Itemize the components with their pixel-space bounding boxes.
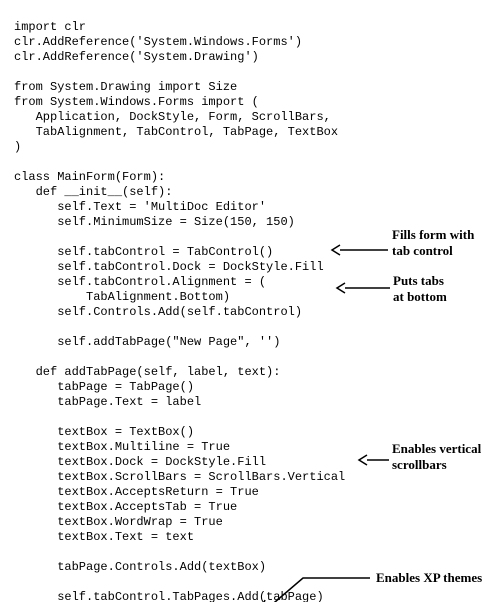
code-line: textBox.AcceptsTab = True [14,500,237,514]
code-line: from System.Drawing import Size [14,80,237,94]
code-line: textBox.ScrollBars = ScrollBars.Vertical [14,470,345,484]
code-line: tabPage.Text = label [14,395,201,409]
code-line: textBox.Text = text [14,530,194,544]
callout-line: at bottom [393,289,447,305]
code-line: clr.AddReference('System.Drawing') [14,50,259,64]
callout-line: Puts tabs [393,273,447,289]
code-line: def __init__(self): [14,185,172,199]
arrow-icon [330,244,388,256]
code-line: self.tabControl.Dock = DockStyle.Fill [14,260,324,274]
callout-line: tab control [392,243,474,259]
callout-tabs-bottom: Puts tabs at bottom [393,273,447,305]
callout-line: Enables vertical [392,441,481,457]
code-line: textBox = TextBox() [14,425,194,439]
code-line: textBox.WordWrap = True [14,515,223,529]
code-line: clr.AddReference('System.Windows.Forms') [14,35,302,49]
code-line: textBox.Multiline = True [14,440,230,454]
code-line: tabPage = TabPage() [14,380,194,394]
code-line: TabAlignment.Bottom) [14,290,230,304]
code-line: self.addTabPage("New Page", '') [14,335,280,349]
arrow-icon [258,576,372,602]
code-line: class MainForm(Form): [14,170,165,184]
code-line: self.tabControl.Alignment = ( [14,275,266,289]
code-line: textBox.Dock = DockStyle.Fill [14,455,266,469]
callout-vertical-scrollbars: Enables vertical scrollbars [392,441,481,473]
code-line: Application, DockStyle, Form, ScrollBars… [14,110,331,124]
callout-xp-themes: Enables XP themes [376,570,482,586]
callout-fills-form: Fills form with tab control [392,227,474,259]
code-line: self.Text = 'MultiDoc Editor' [14,200,266,214]
code-line: self.Controls.Add(self.tabControl) [14,305,302,319]
code-block: import clr clr.AddReference('System.Wind… [14,20,345,602]
code-line: self.tabControl = TabControl() [14,245,273,259]
arrow-icon [357,454,389,466]
callout-line: Fills form with [392,227,474,243]
code-line: ) [14,140,21,154]
code-line: TabAlignment, TabControl, TabPage, TextB… [14,125,338,139]
callout-line: scrollbars [392,457,481,473]
code-listing-figure: import clr clr.AddReference('System.Wind… [0,0,500,602]
callout-line: Enables XP themes [376,570,482,586]
arrow-icon [335,282,390,294]
code-line: from System.Windows.Forms import ( [14,95,259,109]
code-line: self.MinimumSize = Size(150, 150) [14,215,295,229]
code-line: def addTabPage(self, label, text): [14,365,280,379]
code-line: tabPage.Controls.Add(textBox) [14,560,266,574]
code-line: import clr [14,20,86,34]
code-line: textBox.AcceptsReturn = True [14,485,259,499]
